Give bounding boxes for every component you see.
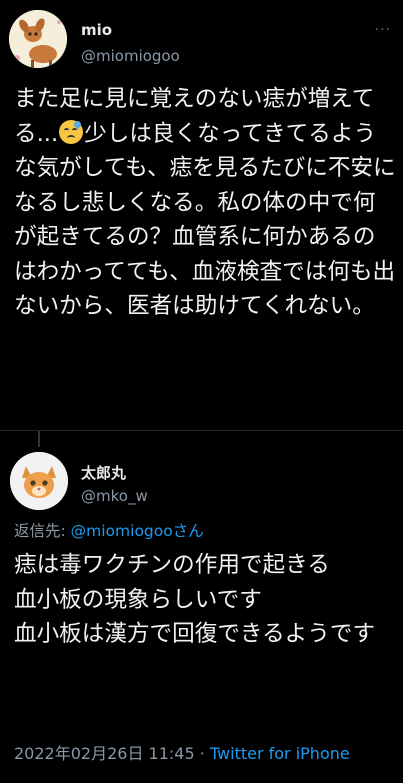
reply-timestamp[interactable]: 2022年02月26日 11:45 · [14, 744, 210, 763]
replying-to: 返信先: @miomiogooさん [14, 519, 204, 541]
reply-author-name[interactable]: 太郎丸 [81, 462, 126, 483]
tweet-text-part2: 少しは良くなってきてるような気がしても、痣を見るたびに不安になるし悲しくなる。私… [14, 120, 396, 320]
thread-connector [38, 431, 40, 447]
tweet-author-handle[interactable]: @miomiogoo [81, 47, 180, 65]
replying-to-suffix: さん [172, 522, 204, 540]
replying-to-link[interactable]: @miomiogoo [71, 522, 173, 540]
replying-to-prefix: 返信先: [14, 522, 71, 540]
avatar-mio[interactable] [9, 10, 67, 68]
worried-face-emoji-icon [59, 119, 84, 144]
avatar-taromaru[interactable] [10, 452, 68, 510]
more-options-icon[interactable]: ··· [375, 22, 391, 38]
reply-metadata: 2022年02月26日 11:45 · Twitter for iPhone [14, 740, 350, 764]
reply-source-link[interactable]: Twitter for iPhone [210, 744, 350, 763]
reply-author-handle[interactable]: @mko_w [81, 487, 148, 505]
reply-text: 痣は毒ワクチンの作用で起きる 血小板の現象らしいです 血小板は漢方で回復できるよ… [14, 552, 376, 647]
tweet-text: また足に見に覚えのない痣が増えてる... 少しは良くなってきてるような気がしても、… [14, 82, 396, 324]
divider [0, 430, 403, 431]
tweet-author-name[interactable]: mio [81, 21, 112, 39]
kitten-avatar-icon [10, 452, 68, 510]
fawn-avatar-icon [9, 10, 67, 68]
